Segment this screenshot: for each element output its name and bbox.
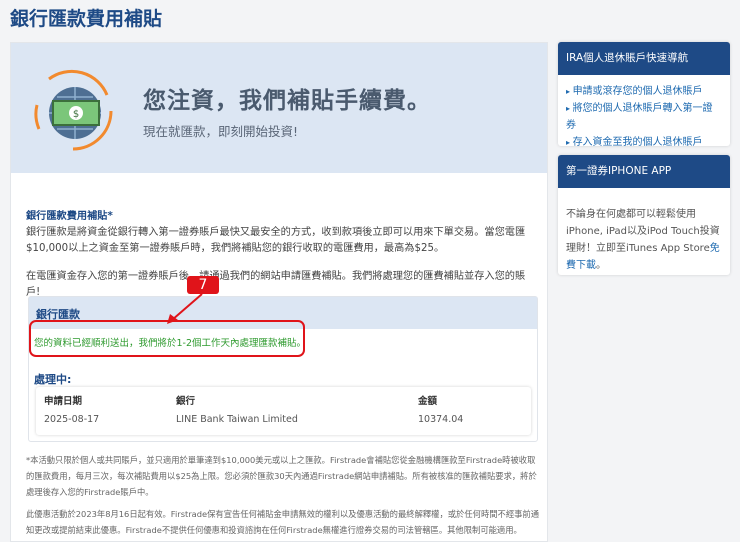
page-title: 銀行匯款費用補貼 xyxy=(10,8,163,30)
success-message: 您的資料已經順利送出，我們將於1-2個工作天內處理匯款補貼。 xyxy=(34,338,307,349)
hero-headline: 您注資，我們補貼手續費。 xyxy=(143,88,431,114)
iphone-app-title: 第一證券IPHONE APP xyxy=(558,155,730,188)
intro-heading: 銀行匯款費用補貼* xyxy=(26,211,113,222)
processing-table: 申請日期 銀行 金額 2025-08-17 LINE Bank Taiwan L… xyxy=(36,387,531,435)
processing-label: 處理中: xyxy=(34,373,72,386)
intro-para-1: 銀行匯款是將資金從銀行轉入第一證券賬戶最快又最安全的方式，收到款項後立即可以用來… xyxy=(26,227,526,254)
annotation-arrow-icon xyxy=(167,293,203,324)
iphone-app-tail: 。 xyxy=(596,260,606,271)
hero-banner: $ 您注資，我們補貼手續費。 現在就匯款，即刻開始投資! xyxy=(11,43,547,173)
wire-panel: 銀行匯款 您的資料已經順利送出，我們將於1-2個工作天內處理匯款補貼。 處理中:… xyxy=(28,296,538,442)
ira-nav-title: IRA個人退休賬戶快速導航 xyxy=(558,42,730,75)
cell-bank: LINE Bank Taiwan Limited xyxy=(176,414,298,425)
footnote-2: 此優惠活動於2023年8月16日起有效。Firstrade保有宣告任何補貼金申請… xyxy=(26,509,540,535)
col-amount: 金額 xyxy=(418,396,438,407)
ira-link-transfer[interactable]: 將您的個人退休賬戶轉入第一證券 xyxy=(566,100,722,134)
iphone-app-card: 第一證券IPHONE APP 不論身在何處都可以輕鬆使用iPhone, iPad… xyxy=(558,155,730,275)
iphone-app-text: 不論身在何處都可以輕鬆使用iPhone, iPad以及iPod Touch投資理… xyxy=(566,209,720,254)
ira-link-deposit[interactable]: 存入資金至我的個人退休賬戶 xyxy=(566,134,722,151)
hero-subline: 現在就匯款，即刻開始投資! xyxy=(143,124,299,139)
cell-date: 2025-08-17 xyxy=(44,414,100,425)
ira-nav-card: IRA個人退休賬戶快速導航 申請或滾存您的個人退休賬戶 將您的個人退休賬戶轉入第… xyxy=(558,42,730,148)
col-date: 申請日期 xyxy=(44,396,83,407)
svg-text:$: $ xyxy=(73,109,79,120)
col-bank: 銀行 xyxy=(176,396,196,407)
footnote-1: *本活動只限於個人或共同賬戶，並只適用於單筆達到$10,000美元或以上之匯款。… xyxy=(26,455,537,497)
ira-link-open-rollover[interactable]: 申請或滾存您的個人退休賬戶 xyxy=(566,83,722,100)
footnotes: *本活動只限於個人或共同賬戶，並只適用於單筆達到$10,000美元或以上之匯款。… xyxy=(26,452,541,538)
money-transfer-icon: $ xyxy=(34,69,113,151)
cell-amount: 10374.04 xyxy=(418,414,464,425)
main-card: $ 您注資，我們補貼手續費。 現在就匯款，即刻開始投資! 銀行匯款費用補貼* 銀… xyxy=(10,42,548,542)
intro-section: 銀行匯款費用補貼* 銀行匯款是將資金從銀行轉入第一證券賬戶最快又最安全的方式，收… xyxy=(26,209,536,301)
